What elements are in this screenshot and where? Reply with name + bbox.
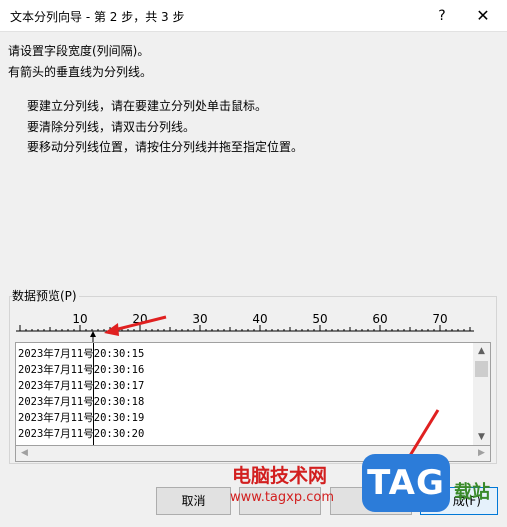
column-break-line[interactable] — [93, 343, 94, 445]
ruler-label: 30 — [192, 312, 207, 326]
scroll-right-icon[interactable]: ▶ — [473, 446, 490, 461]
cancel-button[interactable]: 取消 — [156, 487, 231, 515]
watermark-url: www.tagxp.com — [230, 490, 334, 505]
preview-row: 2023年7月11号20:30:16 — [18, 364, 145, 376]
preview-row: 2023年7月11号20:30:17 — [18, 380, 145, 392]
ruler-label: 40 — [252, 312, 267, 326]
ruler-label: 20 — [132, 312, 147, 326]
preview-row: 2023年7月11号20:30:19 — [18, 412, 145, 424]
watermark-logo: TAG — [362, 454, 450, 512]
preview-row: 2023年7月11号20:30:15 — [18, 348, 145, 360]
scroll-thumb[interactable] — [475, 361, 488, 377]
ruler-label: 60 — [372, 312, 387, 326]
scroll-up-icon[interactable]: ▲ — [473, 343, 490, 359]
preview-pane[interactable]: 2023年7月11号20:30:15 2023年7月11号20:30:16 20… — [15, 342, 491, 446]
ruler-label: 50 — [312, 312, 327, 326]
scroll-down-icon[interactable]: ▼ — [473, 429, 490, 445]
scroll-left-icon[interactable]: ◀ — [16, 446, 33, 461]
preview-row: 2023年7月11号20:30:18 — [18, 396, 145, 408]
watermark-side-text: 载站 — [454, 482, 490, 503]
ruler-label: 10 — [72, 312, 87, 326]
ruler-label: 70 — [432, 312, 447, 326]
watermark-site-name: 电脑技术网 — [232, 465, 328, 487]
column-break-arrowhead — [90, 331, 96, 337]
vertical-scrollbar[interactable]: ▲ ▼ — [473, 343, 490, 445]
preview-row: 2023年7月11号20:30:20 — [18, 428, 145, 440]
